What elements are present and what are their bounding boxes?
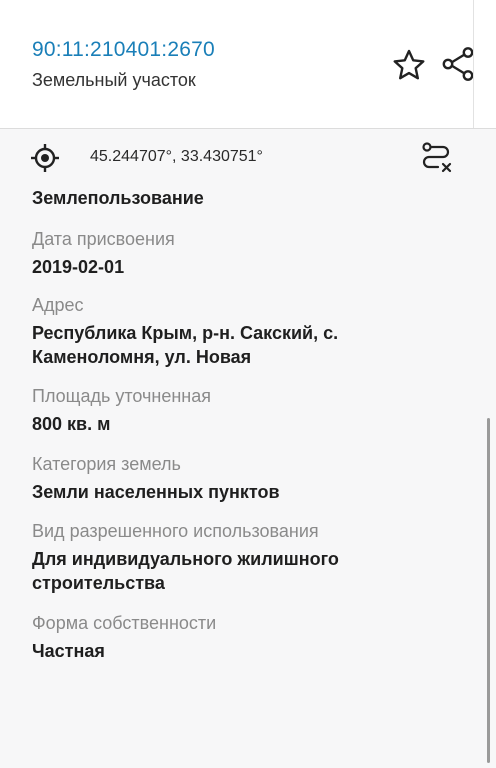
scrollbar[interactable]: [487, 418, 490, 763]
star-outline-icon: [393, 49, 425, 80]
object-type: Земельный участок: [32, 70, 196, 90]
header-divider: [473, 0, 474, 128]
object-header: 90:11:210401:2670 Земельный участок: [0, 0, 496, 129]
favorite-button[interactable]: [392, 48, 426, 82]
property-label: Площадь уточненная: [32, 386, 211, 406]
coordinates-bar: 45.244707°, 33.430751°: [0, 129, 496, 187]
locate-button[interactable]: [30, 143, 60, 173]
property-value: Земли населенных пунктов: [32, 482, 280, 502]
property-assign-date: Дата присвоения 2019-02-01: [32, 227, 452, 279]
property-value: 800 кв. м: [32, 414, 111, 434]
property-permitted-use: Вид разрешенного использования Для индив…: [32, 519, 452, 595]
route-clear-icon: [422, 142, 452, 173]
property-address: Адрес Республика Крым, р-н. Сакский, с. …: [32, 293, 452, 369]
property-ownership: Форма собственности Частная: [32, 611, 452, 663]
property-value-line: строительства: [32, 573, 165, 593]
property-value: 2019-02-01: [32, 257, 125, 277]
property-value: Землепользование: [32, 188, 204, 208]
share-button[interactable]: [440, 46, 476, 82]
route-button[interactable]: [418, 140, 454, 176]
property-land-use: Землепользование: [32, 186, 452, 210]
property-value: Частная: [32, 641, 105, 661]
property-label: Форма собственности: [32, 613, 217, 633]
property-label: Вид разрешенного использования: [32, 521, 319, 541]
property-land-category: Категория земель Земли населенных пункто…: [32, 452, 452, 504]
share-icon: [442, 47, 474, 81]
property-value-line: Каменоломня, ул. Новая: [32, 347, 252, 367]
cadastral-number[interactable]: 90:11:210401:2670: [32, 38, 215, 62]
gps-target-icon: [31, 144, 59, 172]
property-label: Дата присвоения: [32, 229, 175, 249]
property-value-line: Для индивидуального жилишного: [32, 549, 339, 569]
coordinates-text[interactable]: 45.244707°, 33.430751°: [90, 148, 263, 166]
property-label: Категория земель: [32, 454, 181, 474]
property-label: Адрес: [32, 295, 84, 315]
property-area: Площадь уточненная 800 кв. м: [32, 384, 452, 436]
property-value-line: Республика Крым, р-н. Сакский, с.: [32, 323, 339, 343]
